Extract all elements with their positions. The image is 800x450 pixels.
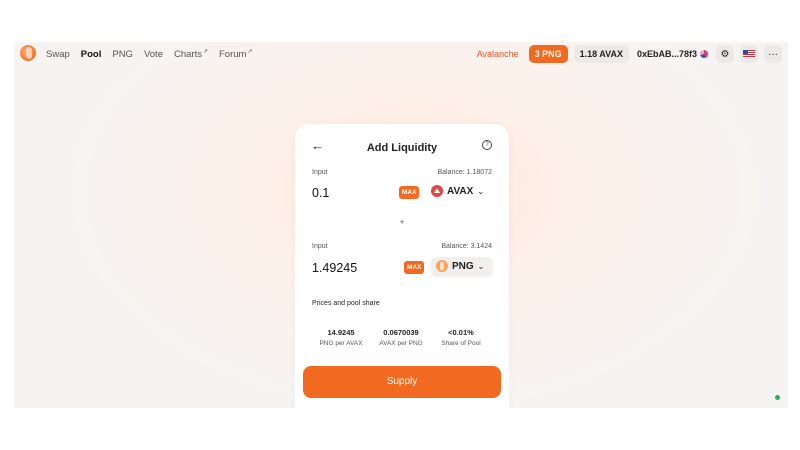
stat-label: Share of Pool	[441, 340, 481, 347]
stat-label: AVAX per PNG	[379, 340, 423, 347]
token-symbol-a: AVAX	[447, 185, 474, 197]
add-liquidity-card: ← Add Liquidity ? Input Balance: 1.18072…	[295, 124, 509, 408]
nav-pool[interactable]: Pool	[81, 49, 102, 60]
external-link-icon: ↗	[202, 48, 208, 55]
nav-vote[interactable]: Vote	[144, 49, 163, 60]
stat-avax-per-png: 0.0670039 AVAX per PNG	[371, 328, 431, 347]
header-actions: Avalanche 3 PNG 1.18 AVAX 0xEbAB...78f3 …	[477, 43, 782, 65]
token-select-png[interactable]: PNG ⌄	[436, 260, 484, 272]
external-link-icon: ↗	[247, 48, 253, 55]
max-button-b[interactable]: MAX	[404, 261, 425, 274]
png-token-icon	[436, 260, 448, 272]
stat-label: PNG per AVAX	[319, 340, 363, 347]
chevron-down-icon: ⌄	[477, 261, 485, 271]
wallet-address: 0xEbAB...78f3	[636, 49, 697, 59]
main-nav: Swap Pool PNG Vote Charts↗ Forum↗	[46, 42, 252, 66]
chevron-down-icon: ⌄	[477, 186, 485, 196]
us-flag-icon	[743, 50, 755, 58]
nav-charts-label: Charts	[173, 49, 202, 61]
language-button[interactable]	[740, 45, 758, 63]
app-window: Swap Pool PNG Vote Charts↗ Forum↗ Avalan…	[14, 42, 788, 408]
status-dot-icon	[775, 395, 780, 400]
input-b-amount[interactable]: 1.49245	[312, 261, 357, 275]
nav-forum-label: Forum	[219, 49, 247, 61]
stat-value: 14.9245	[327, 328, 355, 337]
prices-section-title: Prices and pool share	[312, 300, 380, 307]
max-button-a[interactable]: MAX	[399, 186, 420, 199]
input-b-balance: Balance: 3.1424	[441, 243, 492, 250]
input-a-amount[interactable]: 0.1	[312, 186, 329, 200]
plus-icon: +	[399, 217, 405, 227]
stat-png-per-avax: 14.9245 PNG per AVAX	[311, 328, 371, 347]
stat-value: <0.01%	[448, 328, 474, 337]
card-title: Add Liquidity	[366, 142, 438, 154]
input-b-label: Input	[312, 243, 328, 250]
token-symbol-b: PNG	[452, 260, 474, 272]
token-select-avax[interactable]: AVAX ⌄	[431, 185, 484, 197]
top-nav-bar: Swap Pool PNG Vote Charts↗ Forum↗ Avalan…	[14, 42, 788, 66]
connection-status	[775, 395, 780, 400]
png-balance-button[interactable]: 3 PNG	[528, 45, 568, 63]
supply-button[interactable]: Supply	[303, 366, 501, 398]
more-menu-icon[interactable]: ···	[764, 45, 782, 63]
avax-token-icon	[431, 185, 443, 197]
nav-png[interactable]: PNG	[112, 49, 133, 60]
wallet-address-button[interactable]: 0xEbAB...78f3	[635, 45, 710, 63]
stat-value: 0.0670039	[383, 328, 419, 337]
avax-balance: 1.18 AVAX	[573, 45, 629, 63]
settings-gear-icon[interactable]: ⚙	[716, 45, 734, 63]
wallet-avatar-icon	[700, 50, 708, 58]
nav-swap[interactable]: Swap	[46, 49, 70, 60]
help-icon[interactable]: ?	[482, 140, 492, 150]
nav-charts[interactable]: Charts↗	[174, 48, 208, 60]
pangolin-logo-icon[interactable]	[20, 45, 36, 61]
input-a-balance: Balance: 1.18072	[437, 169, 493, 176]
stat-share-of-pool: <0.01% Share of Pool	[431, 328, 491, 347]
nav-forum[interactable]: Forum↗	[219, 48, 252, 60]
input-a-label: Input	[312, 169, 328, 176]
network-label[interactable]: Avalanche	[477, 49, 519, 59]
